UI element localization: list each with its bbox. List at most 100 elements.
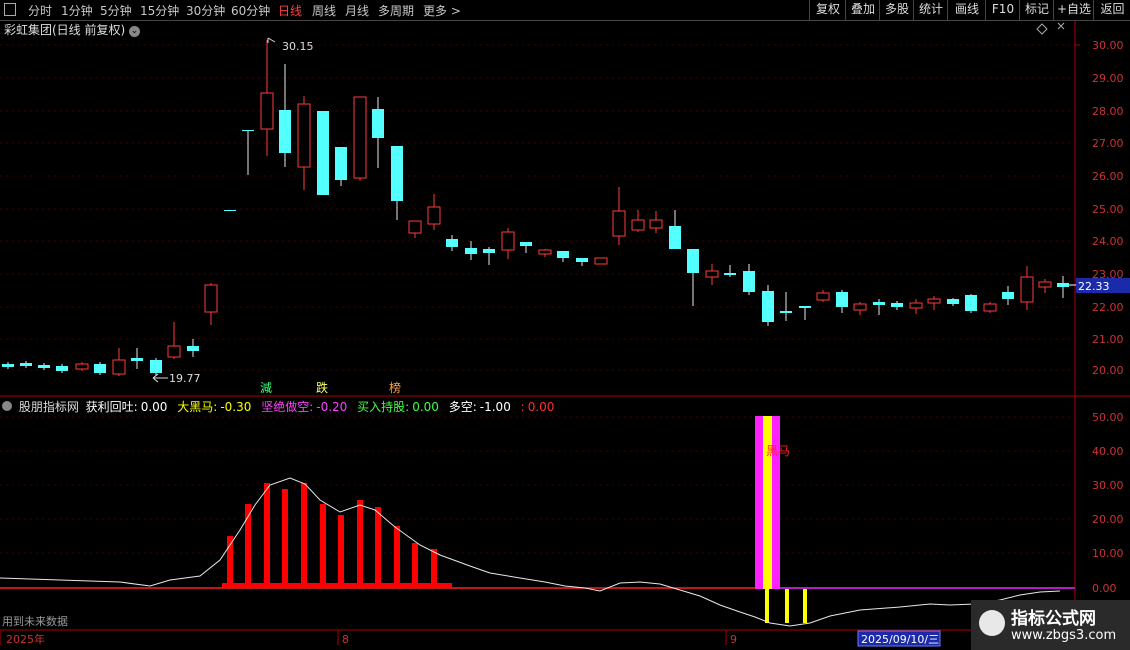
low-marker-icon: [152, 373, 168, 383]
indicator-tick: 10.00: [1092, 547, 1124, 560]
cursor-date: 2025/09/10/三: [861, 633, 939, 646]
candle-body: [167, 345, 181, 358]
profit-taking-bar: [375, 507, 381, 588]
candle-body: [576, 258, 588, 262]
profit-taking-bars: [222, 483, 452, 588]
profit-taking-bar: [357, 500, 363, 588]
time-tick: 8: [342, 633, 349, 646]
candle-body: [75, 363, 89, 370]
legend-label: 获利回吐:: [85, 400, 138, 414]
diamond-icon[interactable]: [1036, 23, 1048, 35]
candle-body: [927, 298, 941, 304]
legend-firm-short: 坚绝做空: -0.20: [261, 400, 350, 414]
candle-body: [112, 359, 126, 375]
candle-body: [909, 302, 923, 309]
legend-black-horse: 大黑马: -0.30: [177, 400, 254, 414]
candle-body: [38, 365, 50, 368]
candle-body: [762, 291, 774, 322]
candlestick-series: [2, 40, 1069, 376]
chevron-down-icon[interactable]: ⌄: [129, 26, 141, 37]
candle-body: [131, 358, 143, 361]
legend-value: -0.30: [220, 400, 252, 414]
candle-body: [150, 360, 162, 373]
signal-label: 減: [260, 380, 272, 395]
candle-body: [187, 346, 199, 351]
indicator-tick: 20.00: [1092, 513, 1124, 526]
candle-body: [631, 219, 645, 231]
watermark-url: www.zbgs3.com: [1011, 628, 1117, 643]
chart-title: 彩虹集团(日线 前复权) ⌄: [4, 21, 141, 38]
candle-body: [297, 103, 311, 168]
future-data-note: 用到未来数据: [2, 614, 68, 628]
profit-taking-bar: [320, 504, 326, 588]
candle-body: [56, 366, 68, 371]
candle-body: [224, 210, 236, 211]
candle-body: [816, 292, 830, 301]
candle-body: [94, 364, 106, 373]
high-price-label: 30.15: [282, 40, 314, 53]
legend-label: 多空:: [448, 400, 477, 414]
stock-title[interactable]: 彩虹集团(日线 前复权): [4, 23, 125, 37]
legend-value: 0.00: [140, 400, 168, 414]
candle-body: [446, 239, 458, 247]
legend-value: -1.00: [479, 400, 511, 414]
candle-body: [780, 311, 792, 313]
legend-value: -0.20: [316, 400, 348, 414]
price-tick: 26.00: [1092, 170, 1124, 183]
candle-body: [1057, 283, 1069, 287]
candle-body: [427, 206, 441, 225]
indicator-name[interactable]: 股朋指标网: [19, 400, 79, 414]
candle-body: [891, 303, 903, 307]
candle-body: [372, 109, 384, 138]
price-tick: 30.00: [1092, 39, 1124, 52]
profit-taking-bar: [338, 515, 344, 588]
candle-body: [1038, 281, 1052, 288]
current-price-text: 22.33: [1078, 280, 1110, 293]
candle-body: [335, 147, 347, 180]
chart-canvas: 30.00 29.00 28.00 27.00 26.00 25.00 24.0…: [0, 21, 1130, 650]
candle-body: [669, 226, 681, 249]
legend-label: 坚绝做空:: [261, 400, 314, 414]
candle-body: [743, 271, 755, 292]
price-tick: 28.00: [1092, 105, 1124, 118]
legend-long-short: 多空: -1.00: [449, 400, 514, 414]
long-short-curve: [0, 477, 1061, 627]
short-signal-bars: [765, 589, 807, 623]
candle-body: [947, 299, 959, 304]
price-grid: [0, 44, 1075, 554]
candle-body: [279, 110, 291, 153]
profit-taking-bar: [394, 526, 400, 588]
indicator-tick: 50.00: [1092, 411, 1124, 424]
pin-icon[interactable]: [1057, 22, 1065, 30]
price-tick: 29.00: [1092, 72, 1124, 85]
legend-value: 0.00: [527, 400, 555, 414]
indicator-collapse-icon[interactable]: [2, 401, 12, 411]
candle-body: [649, 219, 663, 229]
candle-body: [612, 210, 626, 237]
candle-body: [705, 270, 719, 278]
high-marker-icon: [267, 37, 276, 43]
candle-body: [983, 303, 997, 312]
candle-body: [724, 273, 736, 275]
legend-label: :: [520, 400, 525, 414]
candle-body: [408, 220, 422, 234]
price-tick: 24.00: [1092, 235, 1124, 248]
legend-value: 0.00: [412, 400, 439, 414]
legend-extra: :0.00: [521, 400, 558, 414]
price-tick: 20.00: [1092, 364, 1124, 377]
candle-body: [557, 251, 569, 258]
candle-body: [594, 257, 608, 265]
profit-taking-bar: [431, 549, 437, 588]
candle-body: [353, 96, 367, 179]
legend-buy-hold: 买入持股: 0.00: [357, 400, 442, 414]
legend-label: 大黑马:: [177, 400, 218, 414]
candle-body: [242, 130, 254, 131]
profit-taking-bar: [282, 489, 288, 588]
price-tick: 21.00: [1092, 333, 1124, 346]
candle-body: [1002, 292, 1014, 299]
legend-label: 买入持股:: [357, 400, 410, 414]
indicator-legend: 股朋指标网 获利回吐: 0.00 大黑马: -0.30 坚绝做空: -0.20 买入持…: [2, 398, 560, 415]
profit-taking-bar: [264, 483, 270, 588]
candle-body: [260, 92, 274, 130]
indicator-tick: 30.00: [1092, 479, 1124, 492]
